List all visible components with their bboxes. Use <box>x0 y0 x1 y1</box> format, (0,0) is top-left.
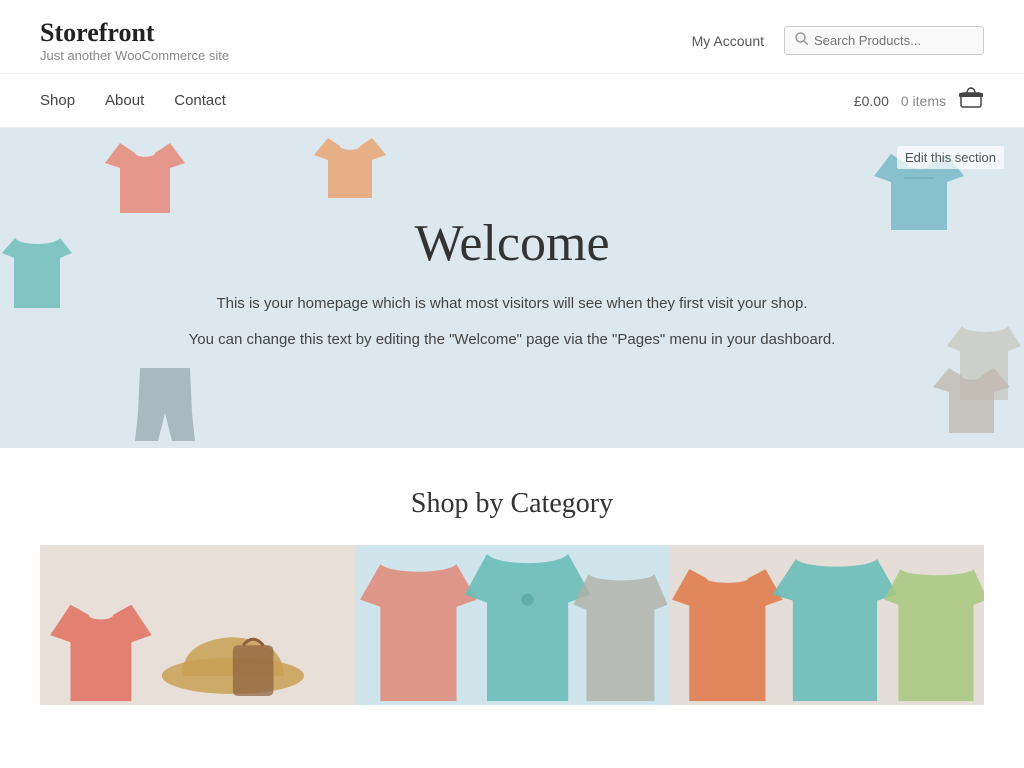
header-right: My Account <box>692 26 984 55</box>
edit-section-button[interactable]: Edit this section <box>897 146 1004 169</box>
nav-links: Shop About Contact <box>40 74 226 127</box>
shop-section-title: Shop by Category <box>40 488 984 520</box>
nav-link-shop[interactable]: Shop <box>40 92 75 109</box>
cart-area: £0.00 0 items <box>854 85 984 117</box>
nav-link-contact[interactable]: Contact <box>174 92 226 109</box>
hero-text1: This is your homepage which is what most… <box>189 291 836 317</box>
category-grid <box>40 545 984 705</box>
hero-title: Welcome <box>189 214 836 273</box>
category-card-1[interactable] <box>40 545 355 705</box>
deco-shirt-tl <box>100 138 190 223</box>
deco-top-teal <box>0 228 75 318</box>
hero-content: Welcome This is your homepage which is w… <box>189 214 836 362</box>
search-input[interactable] <box>814 33 973 48</box>
cat-card-inner-1 <box>40 545 355 705</box>
cart-total: £0.00 <box>854 93 889 109</box>
deco-pants <box>130 363 200 448</box>
hero-section: Edit this section Welcome This is your h… <box>0 128 1024 448</box>
site-branding: Storefront Just another WooCommerce site <box>40 18 229 63</box>
site-header: Storefront Just another WooCommerce site… <box>0 0 1024 74</box>
deco-jacket-right <box>944 318 1024 413</box>
my-account-link[interactable]: My Account <box>692 33 764 49</box>
search-icon <box>795 32 808 49</box>
deco-shirt-tr <box>310 133 390 208</box>
site-title: Storefront <box>40 18 229 48</box>
deco-shirt-gray <box>929 363 1014 443</box>
site-tagline: Just another WooCommerce site <box>40 48 229 63</box>
cat-card-inner-3 <box>669 545 984 705</box>
cart-count: 0 items <box>901 93 946 109</box>
search-box <box>784 26 984 55</box>
main-nav: Shop About Contact £0.00 0 items <box>0 74 1024 128</box>
category-card-3[interactable] <box>669 545 984 705</box>
nav-link-about[interactable]: About <box>105 92 144 109</box>
hero-text2: You can change this text by editing the … <box>189 327 836 353</box>
category-card-2[interactable] <box>355 545 670 705</box>
shop-section: Shop by Category <box>0 448 1024 725</box>
cart-icon[interactable] <box>958 85 984 117</box>
cat-card-inner-2 <box>355 545 670 705</box>
